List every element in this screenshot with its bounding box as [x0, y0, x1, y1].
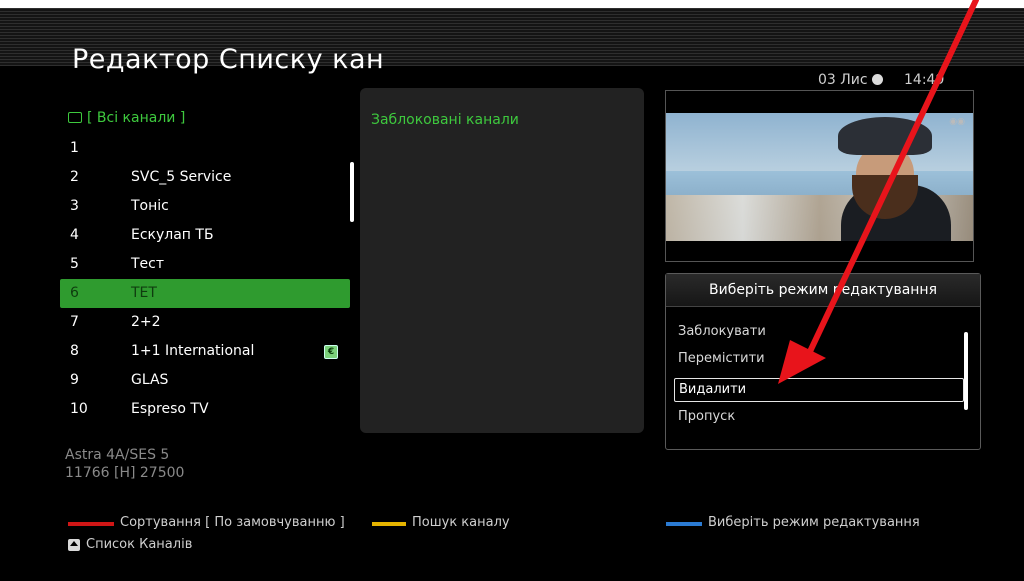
channel-list-label[interactable]: Список Каналів	[86, 537, 192, 552]
channel-number: 6	[70, 285, 79, 301]
channel-number: 9	[70, 372, 79, 388]
channel-name: Ескулап ТБ	[131, 227, 214, 243]
satellite-info: Astra 4A/SES 5 11766 [H] 27500	[65, 446, 184, 482]
channel-number: 7	[70, 314, 79, 330]
red-key-label[interactable]: Сортування [ По замовчуванню ]	[120, 515, 345, 530]
channel-list: 1 2 SVC_5 Service 3 Тонiс 4 Ескулап ТБ 5…	[60, 134, 350, 424]
page-title: Редактор Списку кан	[72, 44, 385, 75]
channel-row-1[interactable]: 1	[60, 134, 350, 163]
channel-number: 2	[70, 169, 79, 185]
blocked-channels-panel	[360, 88, 644, 433]
time-display: 14:49	[904, 72, 945, 88]
channel-number: 1	[70, 140, 79, 156]
channel-number: 8	[70, 343, 79, 359]
channel-name: Тонiс	[131, 198, 169, 214]
video-preview: ◉◉	[665, 90, 974, 262]
blocked-channels-title: Заблоковані канали	[371, 112, 519, 128]
channel-number: 3	[70, 198, 79, 214]
channel-name: Тест	[131, 256, 165, 272]
blue-key-label[interactable]: Виберіть режим редактування	[708, 515, 920, 530]
channel-row-8[interactable]: 8 1+1 International €	[60, 337, 350, 366]
option-move[interactable]: Перемістити	[678, 351, 765, 366]
channel-name: 1+1 International	[131, 343, 255, 359]
channel-row-9[interactable]: 9 GLAS	[60, 366, 350, 395]
channel-name: GLAS	[131, 372, 169, 388]
clock-icon	[871, 74, 883, 85]
option-delete-selected[interactable]: Видалити	[674, 378, 964, 402]
option-block[interactable]: Заблокувати	[678, 324, 766, 339]
satellite-name: Astra 4A/SES 5	[65, 447, 170, 463]
channel-group-header[interactable]: [ Всі канали ]	[68, 110, 185, 126]
edit-mode-menu: Виберіть режим редактування Заблокувати …	[665, 273, 981, 450]
channel-row-7[interactable]: 7 2+2	[60, 308, 350, 337]
channel-name: Espreso TV	[131, 401, 209, 417]
channel-number: 4	[70, 227, 79, 243]
channel-number: 5	[70, 256, 79, 272]
channel-group-label: [ Всі канали ]	[87, 110, 186, 126]
signal-icon: ◉◉	[949, 117, 965, 127]
eject-icon	[68, 539, 80, 551]
channel-name: 2+2	[131, 314, 161, 330]
yellow-key-indicator	[372, 522, 406, 526]
transponder-info: 11766 [H] 27500	[65, 465, 185, 481]
date-text: 03 Лис	[818, 72, 868, 88]
channel-name: SVC_5 Service	[131, 169, 232, 185]
blue-key-indicator	[666, 522, 702, 526]
channel-number: 10	[70, 401, 88, 417]
channel-name: ТЕТ	[131, 285, 157, 301]
preview-image: ◉◉	[666, 113, 973, 241]
date-display: 03 Лис	[818, 72, 889, 88]
yellow-key-label[interactable]: Пошук каналу	[412, 515, 510, 530]
channel-row-5[interactable]: 5 Тест	[60, 250, 350, 279]
channel-row-3[interactable]: 3 Тонiс	[60, 192, 350, 221]
red-key-indicator	[68, 522, 114, 526]
scrambled-badge-icon: €	[324, 345, 338, 359]
channel-row-4[interactable]: 4 Ескулап ТБ	[60, 221, 350, 250]
edit-mode-title: Виберіть режим редактування	[666, 274, 980, 307]
channel-row-2[interactable]: 2 SVC_5 Service	[60, 163, 350, 192]
tv-icon	[68, 112, 82, 123]
channel-row-6-selected[interactable]: 6 ТЕТ	[60, 279, 350, 308]
channel-row-10[interactable]: 10 Espreso TV	[60, 395, 350, 424]
edit-mode-scrollbar[interactable]	[964, 332, 968, 410]
channel-list-scrollbar[interactable]	[350, 162, 354, 222]
option-skip[interactable]: Пропуск	[678, 409, 735, 424]
